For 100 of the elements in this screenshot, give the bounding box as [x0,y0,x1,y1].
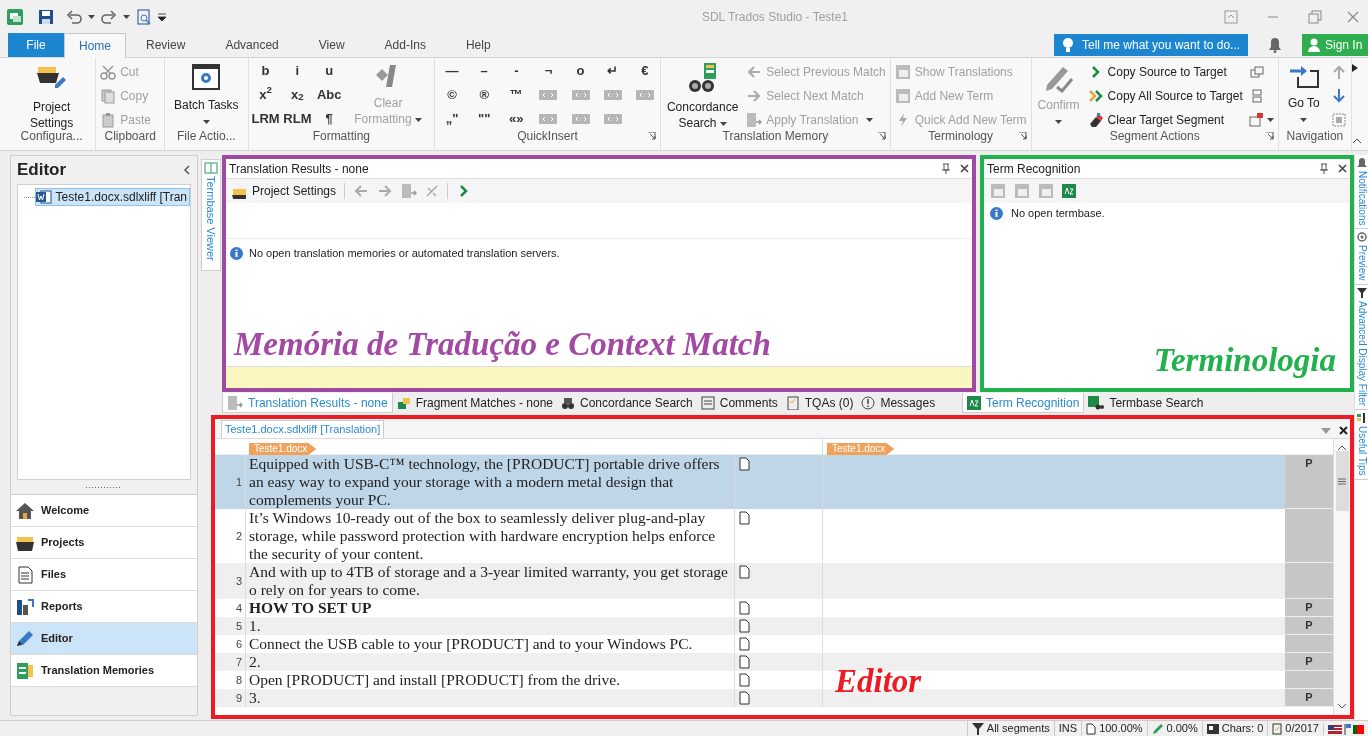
caret-down-icon [719,121,727,126]
double-chevron-icon [1087,88,1104,104]
tree-item[interactable]: Teste1.docx.sdlxliff [Tran [34,188,190,206]
broken-link-icon [425,184,440,198]
format-button[interactable]: ↵ [599,61,626,81]
panel-tab[interactable]: Translation Results - none [222,393,393,413]
panel-tab[interactable]: TQAs (0) [781,393,858,413]
tell-me-field[interactable]: Tell me what you want to do... [1054,34,1248,56]
ribbon-icon-button[interactable] [1248,111,1274,129]
ribbon-button[interactable]: Batch Tasks [169,61,244,129]
pencil-icon [15,629,35,648]
ribbon-tab[interactable]: Advanced [205,33,299,57]
status-cell [1285,635,1333,653]
source-segment[interactable]: 3. [245,689,734,707]
caret-down-icon [1300,117,1308,122]
format-button[interactable]: © [439,85,466,105]
nav-item[interactable]: Files [11,559,197,591]
panel-tab[interactable]: Term Recognition [962,393,1085,413]
format-button[interactable]: LRM [252,109,279,129]
group-label: Formatting [312,128,370,145]
windows-icon [1248,64,1265,80]
ribbon-tab[interactable]: View [298,33,365,57]
target-cell[interactable] [822,563,1285,599]
panel-tab[interactable]: Concordance Search [557,393,697,413]
nav-item[interactable]: Editor [11,623,197,655]
format-button[interactable]: Abc [316,85,343,105]
format-button[interactable]: "" [471,109,498,129]
bell-icon [1356,158,1367,168]
format-button[interactable]: ¶ [316,109,343,129]
side-tab[interactable]: Preview [1355,229,1368,286]
document-tab[interactable]: Teste1.docx.sdlxliff [Translation] [221,420,385,438]
source-segment[interactable]: And with up to 4TB of storage and a 3-year limited warranty, you get storage o rely on for years to come. [245,563,734,599]
save-icon [38,9,54,25]
panel-tab[interactable]: Comments [696,393,782,413]
grid-arrow-icon [746,112,763,128]
scroll-thumb[interactable] [1335,451,1349,511]
ribbon-tab[interactable]: File [8,33,64,57]
ribbon-button[interactable]: Copy Source to Target [1087,63,1243,81]
tag-placeholder-icon [571,90,590,100]
panel-title: Editor [17,159,67,182]
format-button[interactable]: o [567,61,594,81]
ribbon-icon-button[interactable] [1331,63,1347,81]
tag-placeholder-icon [539,114,558,124]
target-cell[interactable] [822,455,1285,509]
panel-tab[interactable]: Messages [857,393,940,413]
panel-tab[interactable]: Fragment Matches - none [392,393,558,413]
format-button[interactable]: ™ [503,85,530,105]
format-button[interactable]: - [503,61,530,81]
target-cell[interactable] [822,617,1285,635]
ribbon-icon-button[interactable] [1331,111,1347,129]
format-button[interactable]: ® [471,85,498,105]
format-button[interactable]: x$_{2}$ [284,85,311,105]
format-button[interactable]: i [284,61,311,81]
ribbon-button[interactable]: Concordance Search [664,61,741,131]
ribbon-tab[interactable]: Add-Ins [364,33,446,57]
format-button[interactable]: „" [439,109,466,129]
ribbon-button[interactable]: Copy All Source to Target [1087,87,1243,105]
side-tab[interactable]: Useful Tips [1355,410,1368,480]
info-message: No open translation memories or automated translation servers. [249,246,560,261]
eraser-icon [1087,112,1104,128]
format-button[interactable]: – [471,61,498,81]
panel-tab[interactable]: Termbase Search [1084,393,1208,413]
ribbon-tab[interactable]: Review [126,33,206,57]
row-number: 7 [215,653,245,671]
toolbar-button[interactable]: Project Settings [230,182,337,200]
nav-item[interactable]: Translation Memories [11,655,197,687]
source-segment[interactable]: 1. [245,617,734,635]
ribbon-button[interactable]: Project Settings [12,61,92,131]
format-button[interactable]: ¬ [535,61,562,81]
format-button[interactable]: — [439,61,466,81]
info-message: No open termbase. [1011,206,1105,221]
ribbon-tab[interactable]: Home [64,33,126,58]
bell-icon [1268,37,1282,53]
ribbon-icon-button[interactable] [1331,87,1347,105]
side-tab[interactable]: Advanced Display Filter [1355,285,1368,411]
source-segment[interactable]: 2. [245,653,734,671]
flag-window-icon [1248,112,1265,128]
format-button[interactable]: € [631,61,658,81]
group-label: File Actio... [177,128,236,145]
format-button[interactable]: u [316,61,343,81]
ribbon-button[interactable]: Go To [1282,61,1325,127]
ribbon-button[interactable]: Clear Target Segment [1087,111,1243,129]
status-cell: P [1285,689,1333,707]
scrollbar[interactable] [1333,439,1350,715]
nav-item[interactable]: Projects [11,527,197,559]
tag-placeholder-icon [603,114,622,124]
nav-item[interactable]: Welcome [11,495,197,527]
close-icon [960,164,969,173]
format-button[interactable]: b [252,61,279,81]
gear-window-icon [190,61,223,93]
nav-item[interactable]: Reports [11,591,197,623]
document-icon [739,691,750,705]
side-tab[interactable]: Notifications [1355,155,1368,230]
format-button[interactable]: x$^{2}$ [252,85,279,105]
document-icon [739,565,750,579]
format-button[interactable]: RLM [284,109,311,129]
side-tab[interactable]: Termbase Viewer [201,159,221,271]
ribbon-tab[interactable]: Help [445,33,511,57]
format-button[interactable]: «» [503,109,530,129]
source-segment[interactable]: Equipped with USB-C™ technology, the [PRODUCT] portable drive offers an easy way to expand your storage with a modern metal design that complements your PC. [245,455,734,509]
